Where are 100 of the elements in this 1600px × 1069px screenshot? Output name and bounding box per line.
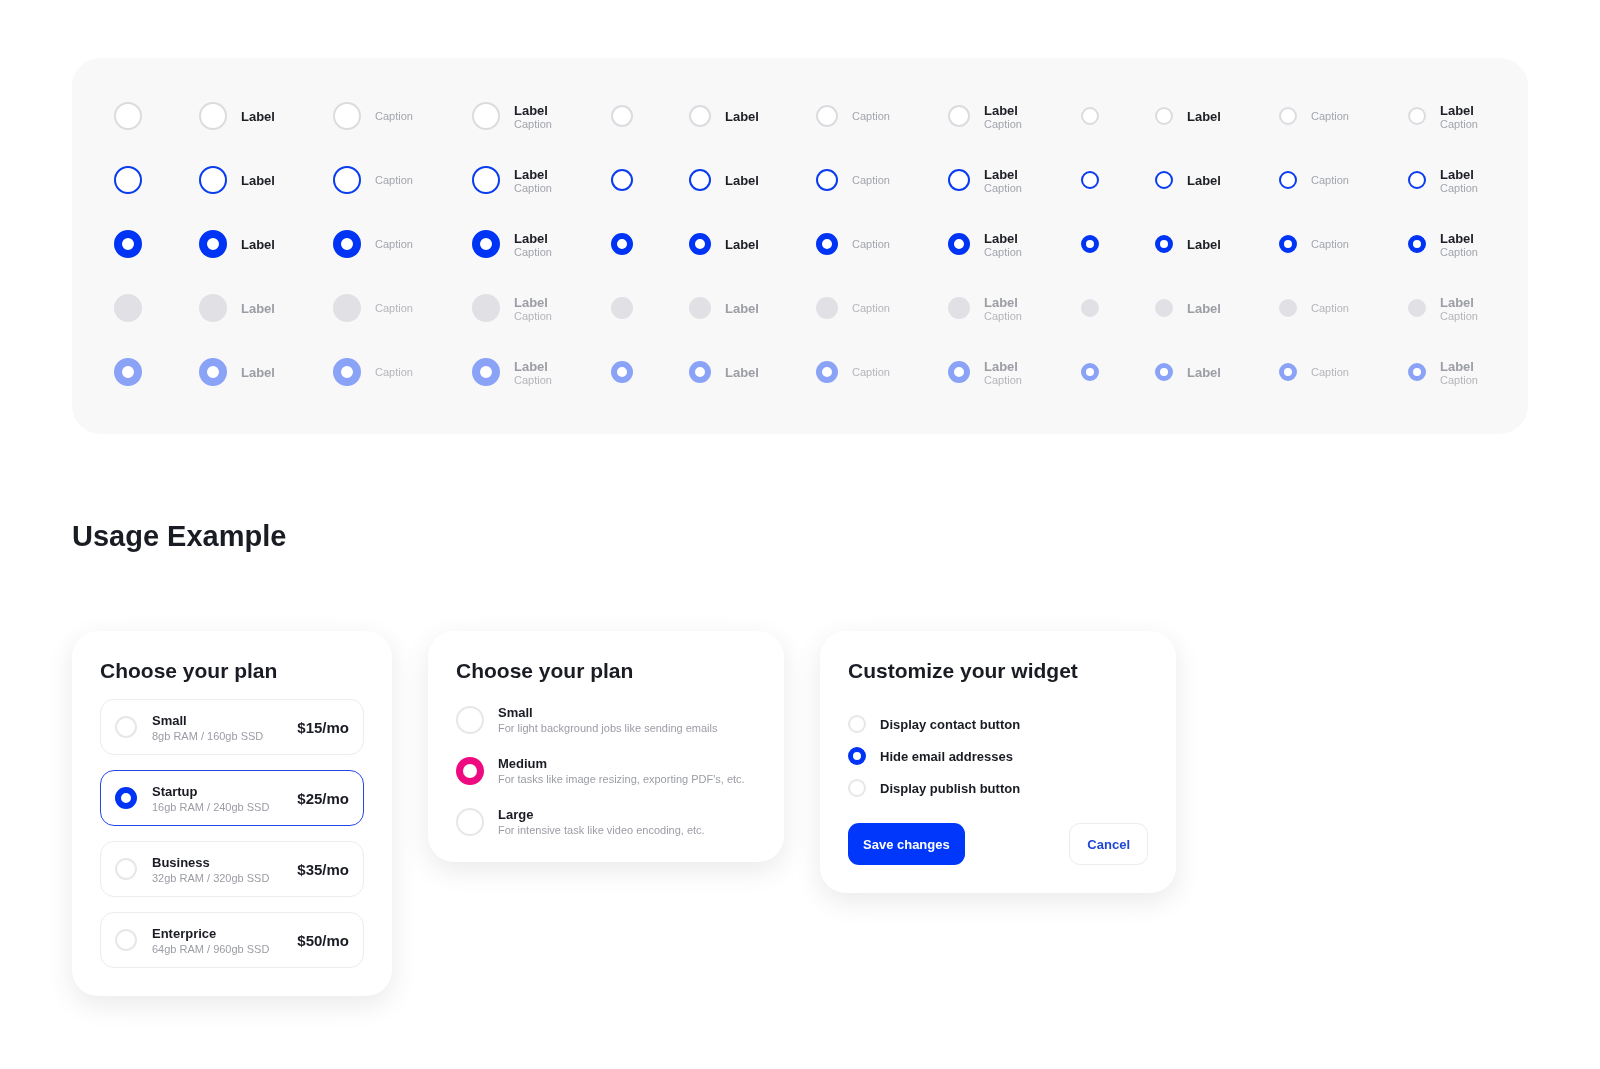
plan-description: For light background jobs like sending emails (498, 722, 718, 734)
radio-button[interactable] (816, 233, 838, 255)
section-heading: Usage Example (72, 520, 288, 553)
radio-label: Label (1187, 172, 1221, 188)
save-button[interactable]: Save changes (848, 823, 965, 865)
plan-option[interactable]: Startup 16gb RAM / 240gb SSD $25/mo (100, 770, 364, 826)
radio-button[interactable] (114, 166, 142, 194)
radio-caption: Caption (852, 110, 890, 122)
radio-caption: Caption (514, 117, 552, 130)
card-title: Customize your widget (848, 659, 1079, 683)
radio-button[interactable] (1155, 171, 1173, 189)
plan-name: Small (152, 712, 188, 728)
card-title: Choose your plan (456, 659, 635, 683)
radio-label: Label (1187, 364, 1221, 380)
radio-label: Label (984, 230, 1019, 246)
radio-label: Label (1187, 236, 1221, 252)
option-label: Hide email addresses (880, 748, 1013, 764)
radio-button[interactable] (611, 169, 633, 191)
radio-label: Label (241, 364, 275, 380)
radio-button[interactable] (472, 230, 500, 258)
plan-name: Enterprice (152, 925, 218, 941)
radio-label: Label (1187, 300, 1221, 316)
plan-name: Business (152, 854, 211, 870)
option-label: Display contact button (880, 716, 1021, 732)
radio-button[interactable] (611, 233, 633, 255)
radio-caption: Caption (375, 302, 413, 314)
radio-caption: Caption (375, 110, 413, 122)
radio-caption: Caption (375, 238, 413, 250)
radio-caption: Caption (1311, 238, 1349, 250)
cancel-button[interactable]: Cancel (1069, 823, 1148, 865)
radio-caption: Caption (1311, 110, 1349, 122)
radio-label: Label (514, 102, 549, 118)
radio-button[interactable] (333, 230, 361, 258)
radio-caption: Caption (1440, 309, 1478, 322)
radio-label: Label (241, 300, 275, 316)
radio-caption: Caption (1311, 174, 1349, 186)
plan-name: Small (498, 705, 534, 720)
plan-option[interactable]: Enterprice 64gb RAM / 960gb SSD $50/mo (100, 912, 364, 968)
radio-button[interactable] (816, 169, 838, 191)
plan-specs: 32gb RAM / 320gb SSD (152, 871, 271, 884)
plan-option[interactable]: Business 32gb RAM / 320gb SSD $35/mo (100, 841, 364, 897)
radio-caption: Caption (1440, 181, 1478, 194)
radio-label: Label (514, 294, 549, 310)
radio-label: Label (1440, 230, 1475, 246)
radio-button[interactable] (333, 166, 361, 194)
radio-caption: Caption (984, 373, 1022, 386)
radio-button[interactable] (1081, 171, 1099, 189)
radio-button[interactable] (199, 230, 227, 258)
radio-button[interactable] (848, 747, 866, 765)
radio-caption: Caption (1440, 373, 1478, 386)
radio-caption: Caption (514, 309, 552, 322)
radio-button[interactable] (1279, 171, 1297, 189)
radio-label: Label (1187, 108, 1221, 124)
radio-caption: Caption (1440, 117, 1478, 130)
radio-caption: Caption (514, 245, 552, 258)
radio-label: Label (1440, 102, 1475, 118)
radio-caption: Caption (1440, 245, 1478, 258)
radio-button[interactable] (1155, 235, 1173, 253)
radio-label: Label (1440, 294, 1475, 310)
plan-description: For tasks like image resizing, exporting PDF's, etc. (498, 773, 745, 785)
radio-button[interactable] (689, 233, 711, 255)
radio-button[interactable] (948, 169, 970, 191)
radio-button[interactable] (456, 756, 484, 785)
radio-caption: Caption (984, 181, 1022, 194)
radio-caption: Caption (375, 174, 413, 186)
radio-caption: Caption (852, 174, 890, 186)
plan-specs: 16gb RAM / 240gb SSD (152, 800, 271, 813)
radio-caption: Caption (852, 366, 890, 378)
radio-label: Label (725, 236, 759, 252)
radio-button[interactable] (114, 230, 142, 258)
radio-label: Label (725, 108, 759, 124)
radio-label: Label (984, 358, 1019, 374)
plan-name: Startup (152, 783, 199, 799)
radio-caption: Caption (1311, 366, 1349, 378)
radio-button[interactable] (199, 166, 227, 194)
radio-label: Label (514, 166, 549, 182)
plan-option[interactable]: Small 8gb RAM / 160gb SSD $15/mo (100, 699, 364, 755)
plan-description: For intensive task like video encoding, etc. (498, 824, 705, 836)
radio-label: Label (514, 230, 549, 246)
radio-button[interactable] (948, 233, 970, 255)
radio-label: Label (725, 172, 759, 188)
radio-button[interactable] (472, 166, 500, 194)
radio-caption: Caption (514, 181, 552, 194)
radio-caption: Caption (984, 309, 1022, 322)
radio-caption: Caption (1311, 302, 1349, 314)
radio-label: Label (984, 166, 1019, 182)
radio-button[interactable] (1279, 235, 1297, 253)
radio-button[interactable] (689, 169, 711, 191)
plan-name: Large (498, 807, 535, 822)
radio-button[interactable] (115, 787, 137, 809)
radio-button[interactable] (1408, 171, 1426, 189)
card-title: Choose your plan (100, 659, 279, 683)
plan-specs: 8gb RAM / 160gb SSD (152, 729, 265, 742)
radio-button[interactable] (1081, 235, 1099, 253)
radio-button[interactable] (1408, 235, 1426, 253)
radio-caption: Caption (984, 117, 1022, 130)
radio-label: Label (1440, 166, 1475, 182)
radio-caption: Caption (984, 245, 1022, 258)
plan-price: $50/mo (297, 931, 349, 949)
radio-label: Label (514, 358, 549, 374)
